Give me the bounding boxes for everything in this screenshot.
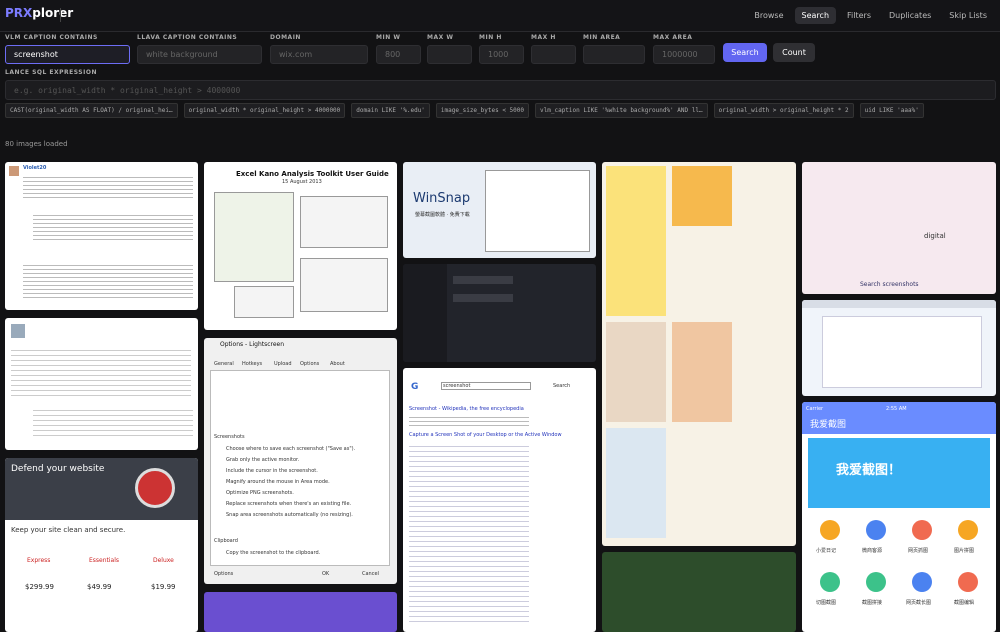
- thumbnail-security-site[interactable]: Defend your website Keep your site clean…: [5, 458, 198, 632]
- max-w-filter: MAX W: [427, 34, 472, 64]
- thumbnail-pixel-screenshots[interactable]: digital Search screenshots: [802, 162, 996, 294]
- top-bar: PRXplorer Browse Search Filters Duplicat…: [0, 0, 1000, 32]
- thumbnail-excel-guide[interactable]: Excel Kano Analysis Toolkit User Guide 1…: [204, 162, 397, 330]
- count-button[interactable]: Count: [773, 43, 815, 62]
- thumbnail-desktop-app[interactable]: [802, 300, 996, 396]
- thumbnail-lightscreen-options[interactable]: Options - Lightscreen General Hotkeys Up…: [204, 338, 397, 584]
- domain-input[interactable]: wix.com: [270, 45, 368, 64]
- thumbnail-mobile-shop[interactable]: [602, 162, 796, 546]
- llava-caption-input[interactable]: white background: [137, 45, 262, 64]
- min-area-label: MIN AREA: [583, 34, 621, 41]
- images-loaded-count: 80 images loaded: [5, 140, 68, 148]
- lance-sql-input[interactable]: e.g. original_width * original_height > …: [5, 80, 996, 100]
- min-h-filter: MIN H 1000: [479, 34, 524, 64]
- nav-browse[interactable]: Browse: [747, 7, 790, 24]
- search-button[interactable]: Search: [723, 43, 767, 62]
- vlm-caption-filter: VLM CAPTION CONTAINS screenshot: [5, 34, 130, 64]
- thumbnail-forum-post[interactable]: [5, 318, 198, 450]
- max-w-label: MAX W: [427, 34, 454, 41]
- thumbnail-blog-comments[interactable]: Violet20: [5, 162, 198, 310]
- logo-divider: [60, 8, 61, 22]
- sql-chip[interactable]: vlm_caption LIKE '%white background%' AN…: [535, 103, 708, 118]
- max-area-label: MAX AREA: [653, 34, 693, 41]
- thumbnail-game-grid[interactable]: [602, 552, 796, 632]
- max-area-input[interactable]: 1000000: [653, 45, 715, 64]
- nav-skip-lists[interactable]: Skip Lists: [942, 7, 994, 24]
- min-h-input[interactable]: 1000: [479, 45, 524, 64]
- min-w-input[interactable]: 800: [376, 45, 421, 64]
- llava-caption-label: LLAVA CAPTION CONTAINS: [137, 34, 238, 41]
- vlm-caption-input[interactable]: screenshot: [5, 45, 130, 64]
- app-logo[interactable]: PRXplorer: [5, 6, 73, 20]
- sql-chip[interactable]: original_width * original_height > 40000…: [183, 103, 346, 118]
- sql-chip[interactable]: uid LIKE 'aaa%': [859, 103, 924, 118]
- main-nav: Browse Search Filters Duplicates Skip Li…: [747, 7, 994, 24]
- thumbnail-dark-settings[interactable]: [403, 264, 596, 362]
- max-h-label: MAX H: [531, 34, 556, 41]
- min-area-filter: MIN AREA: [583, 34, 645, 64]
- thumbnail-cn-screenshot-app[interactable]: Carrier 2:55 AM 我爱截图 我爱截图！ 小爱日记 微商客源 网页抓…: [802, 402, 996, 632]
- min-w-label: MIN W: [376, 34, 401, 41]
- min-area-input[interactable]: [583, 45, 645, 64]
- thumbnail-purple-app[interactable]: [204, 592, 397, 632]
- vlm-caption-label: VLM CAPTION CONTAINS: [5, 34, 98, 41]
- max-h-filter: MAX H: [531, 34, 576, 64]
- min-w-filter: MIN W 800: [376, 34, 421, 64]
- sql-chip[interactable]: domain LIKE '%.edu': [351, 103, 430, 118]
- thumbnail-winsnap[interactable]: WinSnap 螢幕截圖軟體 · 免費下載: [403, 162, 596, 258]
- domain-label: DOMAIN: [270, 34, 301, 41]
- sql-chip[interactable]: image_size_bytes < 5000: [435, 103, 530, 118]
- avatar: [11, 324, 25, 338]
- avatar: [9, 166, 19, 176]
- sql-chip[interactable]: original_width > original_height * 2: [713, 103, 854, 118]
- nav-duplicates[interactable]: Duplicates: [882, 7, 938, 24]
- nav-search[interactable]: Search: [794, 7, 837, 24]
- thumbnail-google-results[interactable]: G screenshot Search Screenshot - Wikiped…: [403, 368, 596, 632]
- max-w-input[interactable]: [427, 45, 472, 64]
- sql-preset-chips: CAST(original_width AS FLOAT) / original…: [5, 103, 924, 118]
- llava-caption-filter: LLAVA CAPTION CONTAINS white background: [137, 34, 262, 64]
- nav-filters[interactable]: Filters: [840, 7, 878, 24]
- min-h-label: MIN H: [479, 34, 502, 41]
- sql-chip[interactable]: CAST(original_width AS FLOAT) / original…: [5, 103, 178, 118]
- lock-icon: [135, 468, 175, 508]
- max-h-input[interactable]: [531, 45, 576, 64]
- domain-filter: DOMAIN wix.com: [270, 34, 368, 64]
- lance-sql-label: LANCE SQL EXPRESSION: [5, 69, 97, 76]
- max-area-filter: MAX AREA 1000000: [653, 34, 715, 64]
